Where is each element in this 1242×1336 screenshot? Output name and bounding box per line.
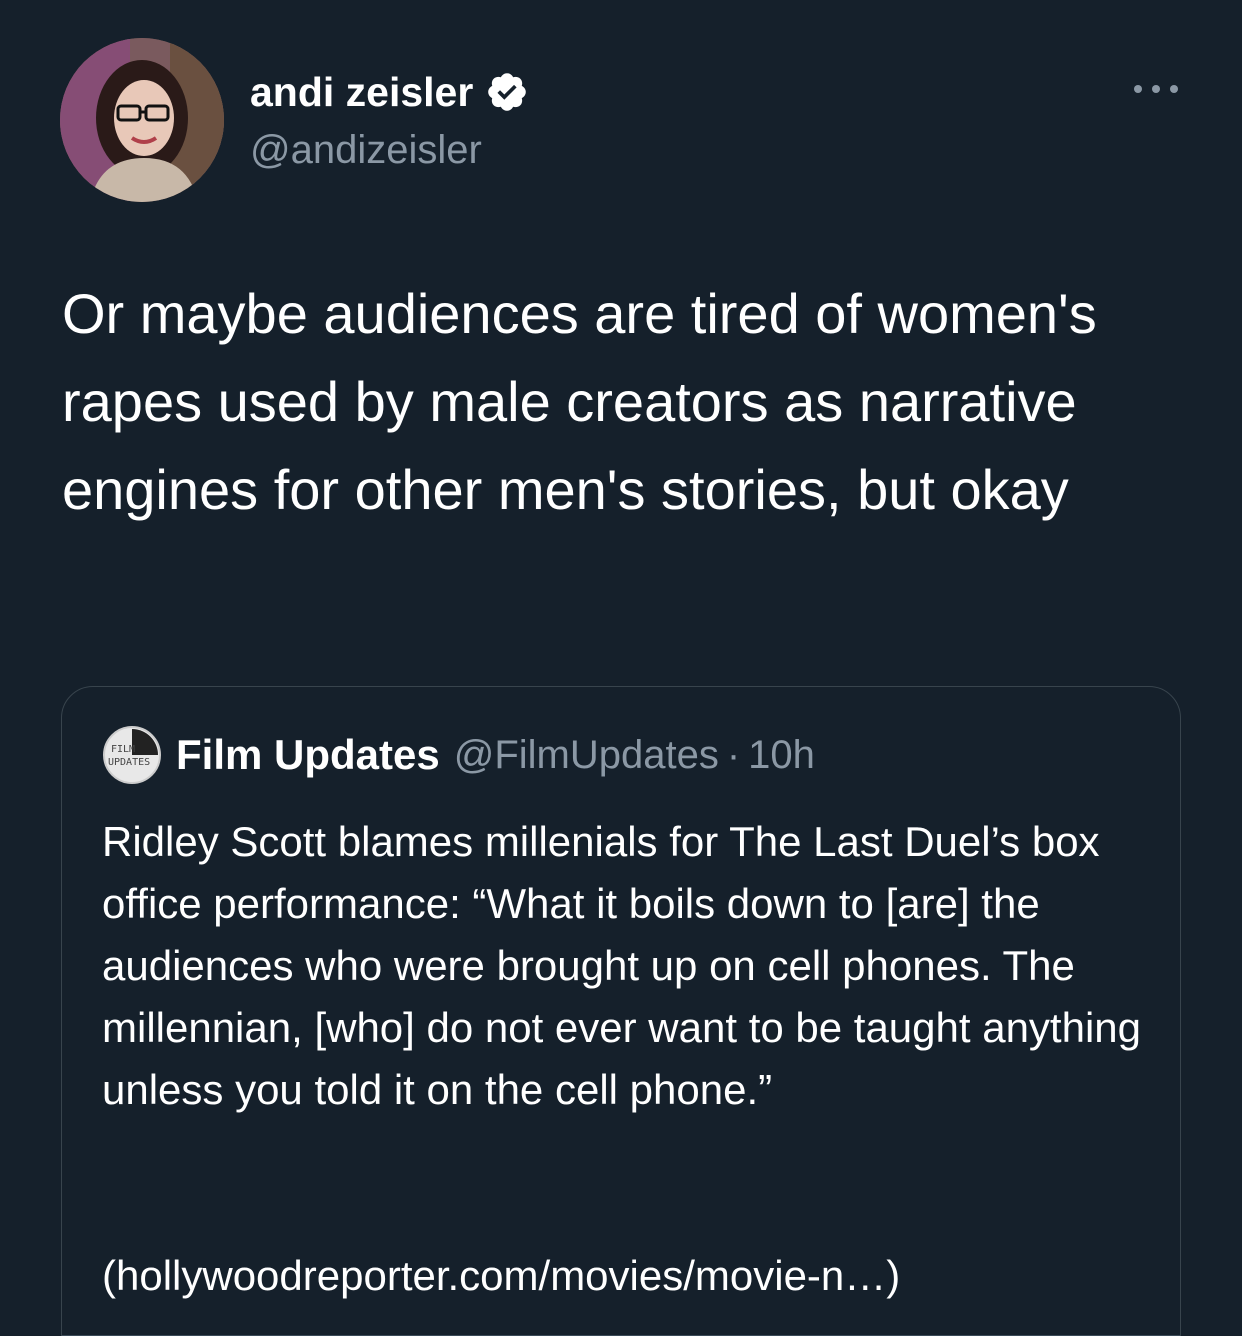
quoted-tweet-card[interactable]: FILM UPDATES Film Updates @FilmUpdates ·…	[61, 686, 1181, 1336]
svg-text:FILM: FILM	[111, 744, 135, 755]
author-name-text[interactable]: andi zeisler	[250, 66, 473, 118]
author-avatar[interactable]	[60, 38, 224, 202]
quoted-author-avatar-icon[interactable]: FILM UPDATES	[102, 725, 162, 785]
author-display-name[interactable]: andi zeisler	[250, 66, 529, 118]
separator-dot: ·	[726, 732, 741, 777]
more-horizontal-icon[interactable]	[1128, 74, 1184, 104]
quoted-author-handle[interactable]: @FilmUpdates	[454, 733, 719, 778]
quoted-author-name[interactable]: Film Updates	[176, 731, 440, 779]
author-handle[interactable]: @andizeisler	[250, 124, 482, 176]
tweet-text: Or maybe audiences are tired of women's …	[62, 282, 1097, 521]
quoted-tweet-link[interactable]: (hollywoodreporter.com/movies/movie-n…)	[102, 1245, 900, 1307]
quoted-tweet-text: Ridley Scott blames millenials for The L…	[102, 818, 1142, 1113]
verified-badge-icon	[485, 70, 529, 114]
quoted-timestamp[interactable]: 10h	[748, 733, 815, 778]
profile-photo-icon	[60, 38, 224, 202]
quoted-tweet-header: FILM UPDATES Film Updates @FilmUpdates ·…	[102, 725, 815, 785]
svg-text:UPDATES: UPDATES	[108, 757, 150, 768]
